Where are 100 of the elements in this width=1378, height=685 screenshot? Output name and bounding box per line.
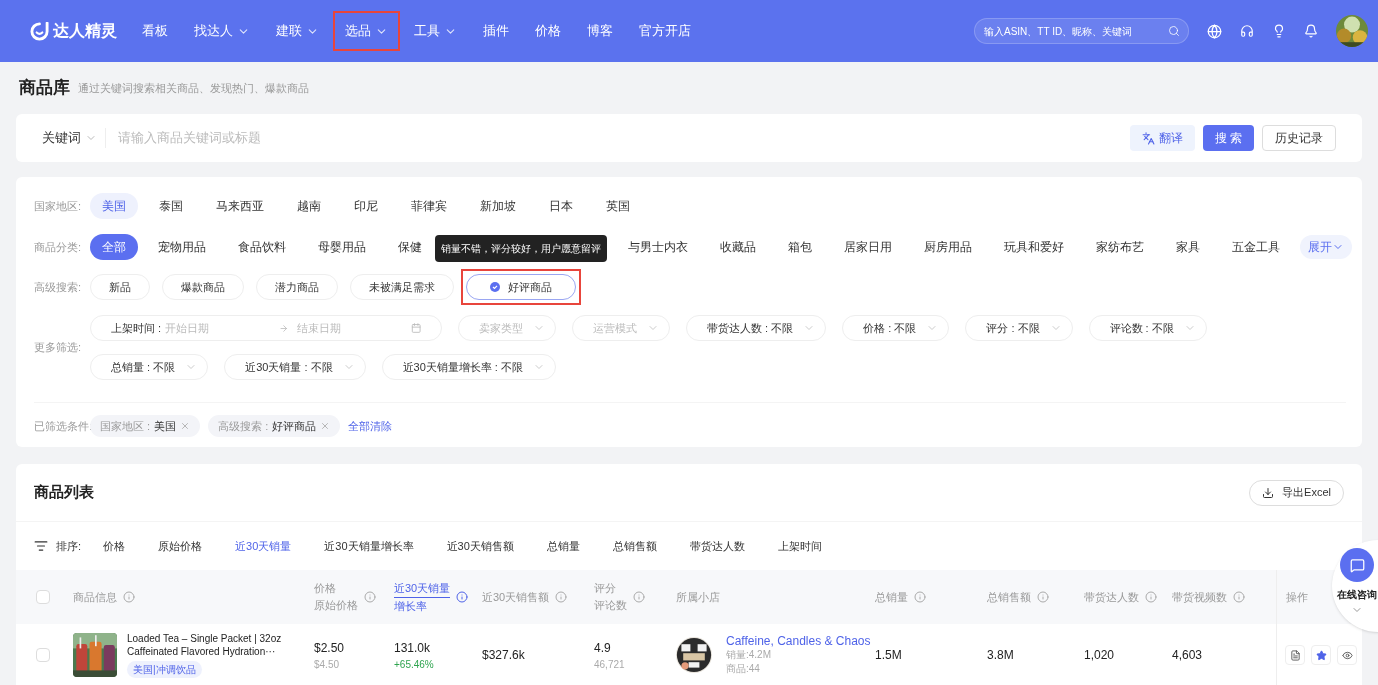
details-button[interactable] [1285,645,1305,665]
keyword-search-bar[interactable]: 关键词 请输入商品关键词或标题 翻译 搜 索 历史记录 [16,114,1362,162]
filter-option[interactable]: 新加坡 [468,193,528,219]
nav-item[interactable]: 找达人 [184,13,260,49]
nav-item[interactable]: 建联 [266,13,329,49]
product-title[interactable]: Loaded Tea – Single Packet | 32oz Caffeinated Flavored Hydration··· [127,632,282,658]
category-option[interactable]: 箱包 [776,234,824,260]
total-revenue: 3.8M [987,647,1014,664]
filter-option[interactable]: 日本 [537,193,585,219]
category-option[interactable]: 居家日用 [832,234,904,260]
nav-item[interactable]: 看板 [132,13,178,49]
filter-option[interactable]: 英国 [594,193,642,219]
tag-value: 美国 [154,418,177,434]
checkbox[interactable] [36,648,50,662]
clear-all-link[interactable]: 全部清除 [348,417,393,435]
info-icon[interactable] [555,591,568,603]
category-option[interactable]: 家纺布艺 [1084,234,1156,260]
search-icon [1168,25,1180,37]
globe-icon[interactable] [1207,23,1222,39]
category-option[interactable]: 五金工具 [1220,234,1292,260]
tag-value: 好评商品 [272,418,317,434]
check-circle-icon [490,282,500,292]
remove-icon[interactable] [320,421,331,431]
filter-option[interactable]: 越南 [285,193,333,219]
keyword-type-select[interactable]: 关键词 [42,128,106,148]
checkbox[interactable] [36,590,50,604]
end-date-input[interactable]: 结束日期 [296,319,407,337]
translate-icon [1141,131,1155,145]
info-icon[interactable] [1233,591,1245,603]
view-button[interactable] [1337,645,1357,665]
category-option[interactable]: 母婴用品 [306,234,378,260]
video-count: 4,603 [1172,647,1203,664]
info-icon[interactable] [914,591,926,603]
nav-item[interactable]: 工具 [404,13,467,49]
chat-label: 在线咨询 [1337,588,1377,602]
growth-rate: +65.46% [394,657,434,672]
category-option[interactable]: 全部 [90,234,138,260]
category-option[interactable]: 收藏品 [708,234,768,260]
sort-option[interactable]: 近30天销售额 [434,537,526,555]
headphones-icon[interactable] [1240,24,1254,38]
document-icon [1289,649,1301,661]
nav-item[interactable]: 插件 [473,13,519,49]
tag-label: 国家地区 : [100,418,151,434]
sort-option[interactable]: 近30天销量增长率 [312,537,426,555]
keyword-input[interactable]: 请输入商品关键词或标题 [118,128,1130,148]
nav-item[interactable]: 官方开店 [629,13,701,49]
expand-button[interactable]: 展开 [1300,235,1352,259]
nav-item[interactable]: 选品 [335,13,398,49]
info-icon[interactable] [633,591,645,603]
original-price: $4.50 [314,657,341,672]
history-button[interactable]: 历史记录 [1262,125,1336,151]
translate-button[interactable]: 翻译 [1129,125,1195,151]
sort-label: 排序: [56,538,82,554]
download-icon [1262,486,1275,499]
search-button[interactable]: 搜 索 [1202,125,1254,151]
sort-option[interactable]: 价格 [91,537,138,555]
remove-icon[interactable] [180,421,191,431]
global-search-field[interactable]: 输入ASIN、TT ID、昵称、关键词 [974,18,1189,44]
info-icon[interactable] [456,591,469,603]
sort-option[interactable]: 带货达人数 [677,537,757,555]
info-icon[interactable] [1037,591,1049,603]
calendar-icon [410,322,421,334]
shop-name-link[interactable]: Caffeine, Candles & Chaos [726,634,871,648]
category-option[interactable]: 与男士内衣 [616,234,700,260]
start-date-input[interactable]: 开始日期 [165,319,276,337]
page-title: 商品库 [19,77,70,100]
category-option[interactable]: 家具 [1164,234,1212,260]
filter-option[interactable]: 泰国 [147,193,195,219]
category-option[interactable]: 玩具和爱好 [992,234,1076,260]
column-header[interactable]: 近30天销量 增长率 [394,579,451,615]
total-sales: 1.5M [875,647,902,664]
filter-option[interactable]: 印尼 [342,193,390,219]
star-icon [1315,649,1327,661]
global-search-input[interactable]: 输入ASIN、TT ID、昵称、关键词 [984,23,1164,39]
sort-option[interactable]: 原始价格 [146,537,215,555]
filter-option[interactable]: 马来西亚 [204,193,276,219]
info-icon[interactable] [123,591,135,603]
sort-option[interactable]: 上架时间 [765,537,834,555]
lightbulb-icon[interactable] [1272,24,1286,38]
info-icon[interactable] [364,591,376,603]
category-option[interactable]: 厨房用品 [912,234,984,260]
product-tag: 美国|冲调饮品 [127,661,202,678]
filter-option[interactable]: 菲律宾 [399,193,459,219]
revenue-30d: $327.6k [482,647,525,664]
category-option[interactable]: 食品饮料 [226,234,298,260]
sort-option[interactable]: 总销售额 [600,537,669,555]
shop-products: 商品:44 [726,662,761,676]
chat-icon [1349,557,1365,573]
favorite-button[interactable] [1311,645,1331,665]
filter-option[interactable]: 美国 [90,193,138,219]
info-icon[interactable] [1145,591,1157,603]
sort-option[interactable]: 总销量 [534,537,592,555]
nav-item[interactable]: 价格 [525,13,571,49]
tooltip: 销量不错，评分较好，用户愿意留评 [435,235,607,262]
category-option[interactable]: 保健 [386,234,434,260]
sort-option[interactable]: 近30天销量 [223,537,304,555]
bell-icon[interactable] [1304,24,1318,38]
nav-item[interactable]: 博客 [577,13,623,49]
category-option[interactable]: 宠物用品 [146,234,218,260]
sales-30d: 131.0k [394,639,432,657]
